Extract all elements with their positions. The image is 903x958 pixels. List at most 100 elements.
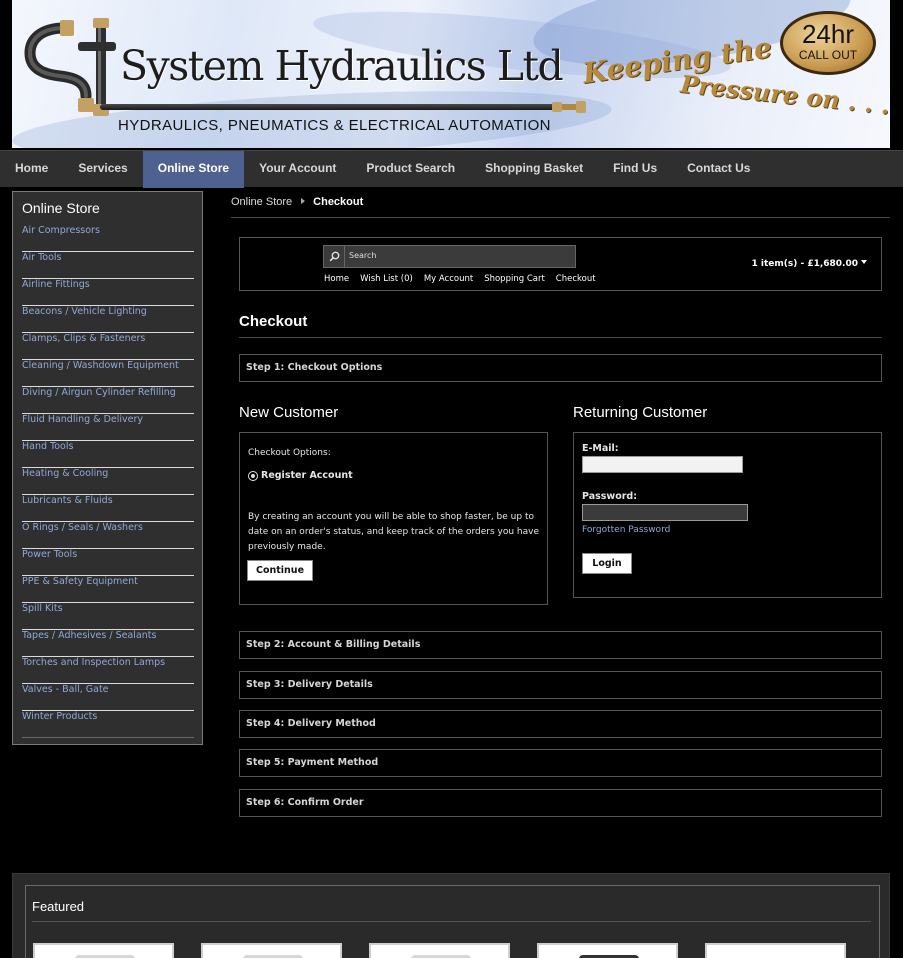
badge-24hr-text: 24hr [801, 19, 855, 49]
step-4-delivery-method[interactable]: Step 4: Delivery Method [239, 710, 882, 738]
category-item[interactable]: Power Tools [22, 549, 194, 576]
category-item[interactable]: Winter Products [22, 711, 194, 738]
store-link-wishlist[interactable]: Wish List (0) [360, 274, 413, 284]
nav-find-us[interactable]: Find Us [598, 151, 672, 188]
category-link[interactable]: Heating & Cooling [22, 468, 194, 479]
featured-product-thumbnail[interactable] [537, 943, 678, 958]
category-link[interactable]: Air Compressors [22, 225, 194, 236]
category-link[interactable]: Beacons / Vehicle Lighting [22, 306, 194, 317]
category-link[interactable]: Fluid Handling & Delivery [22, 414, 194, 425]
category-item[interactable]: Hand Tools [22, 441, 194, 468]
category-link[interactable]: PPE & Safety Equipment [22, 576, 194, 587]
nav-services[interactable]: Services [63, 151, 142, 188]
nav-home[interactable]: Home [0, 151, 63, 188]
store-link-home[interactable]: Home [324, 274, 349, 284]
category-link[interactable]: Hand Tools [22, 441, 194, 452]
category-item[interactable]: Airline Fittings [22, 279, 194, 306]
category-link[interactable]: Clamps, Clips & Fasteners [22, 333, 194, 344]
cart-dropdown[interactable]: 1 item(s) - £1,680.00 [751, 259, 867, 269]
search-button[interactable] [324, 246, 345, 267]
breadcrumb-online-store[interactable]: Online Store [231, 196, 292, 208]
nav-your-account[interactable]: Your Account [244, 151, 351, 188]
category-link[interactable]: Valves - Ball, Gate [22, 684, 194, 695]
featured-product-thumbnail[interactable] [369, 943, 510, 958]
store-link-checkout[interactable]: Checkout [556, 274, 596, 284]
category-link[interactable]: Torches and Inspection Lamps [22, 657, 194, 668]
featured-product-thumbnail[interactable] [201, 943, 342, 958]
category-item[interactable]: Heating & Cooling [22, 468, 194, 495]
nav-online-store[interactable]: Online Store [142, 151, 245, 188]
password-field[interactable] [582, 504, 748, 521]
brand-pipe-divider [100, 104, 578, 110]
sidebar-title: Online Store [22, 200, 100, 216]
category-item[interactable]: Cleaning / Washdown Equipment [22, 360, 194, 387]
nav-shopping-basket[interactable]: Shopping Basket [470, 151, 598, 188]
category-link[interactable]: O Rings / Seals / Washers [22, 522, 194, 533]
new-customer-title: New Customer [239, 404, 339, 421]
category-item[interactable]: Tapes / Adhesives / Sealants [22, 630, 194, 657]
category-item[interactable]: Air Compressors [22, 225, 194, 252]
category-link[interactable]: Tapes / Adhesives / Sealants [22, 630, 194, 641]
breadcrumb: Online Store Checkout [231, 196, 363, 208]
category-link[interactable]: Spill Kits [22, 603, 194, 614]
continue-button[interactable]: Continue [247, 560, 313, 581]
returning-customer-panel: E-Mail: Password: Forgotten Password Log… [573, 432, 882, 598]
step-2-account-billing[interactable]: Step 2: Account & Billing Details [239, 631, 882, 659]
category-link[interactable]: Airline Fittings [22, 279, 194, 290]
category-item[interactable]: PPE & Safety Equipment [22, 576, 194, 603]
slogan-line-2: Pressure on . . . [679, 69, 890, 120]
main-nav: Home Services Online Store Your Account … [0, 150, 903, 188]
category-item[interactable]: Diving / Airgun Cylinder Refilling [22, 387, 194, 414]
featured-divider [32, 921, 871, 922]
category-item[interactable]: Beacons / Vehicle Lighting [22, 306, 194, 333]
category-item[interactable]: O Rings / Seals / Washers [22, 522, 194, 549]
caret-down-icon [861, 260, 867, 264]
cart-total-text: 1 item(s) - £1,680.00 [751, 259, 858, 269]
store-link-my-account[interactable]: My Account [424, 274, 473, 284]
category-item[interactable]: Spill Kits [22, 603, 194, 630]
category-link[interactable]: Power Tools [22, 549, 194, 560]
store-header: Home Wish List (0) My Account Shopping C… [239, 237, 882, 291]
category-link[interactable]: Diving / Airgun Cylinder Refilling [22, 387, 194, 398]
forgotten-password-link[interactable]: Forgotten Password [582, 525, 670, 535]
breadcrumb-checkout[interactable]: Checkout [313, 196, 363, 208]
register-description: By creating an account you will be able … [248, 512, 539, 552]
step-3-delivery-details[interactable]: Step 3: Delivery Details [239, 671, 882, 699]
featured-section: Featured [12, 873, 890, 958]
email-field[interactable] [582, 456, 743, 473]
callout-24hr-badge: 24hr CALL OUT [780, 11, 876, 75]
search-icon [329, 251, 339, 262]
category-item[interactable]: Torches and Inspection Lamps [22, 657, 194, 684]
title-divider [239, 337, 882, 338]
store-links: Home Wish List (0) My Account Shopping C… [324, 274, 596, 284]
category-link[interactable]: Winter Products [22, 711, 194, 722]
radio-checked-icon[interactable] [248, 470, 258, 481]
nav-product-search[interactable]: Product Search [351, 151, 470, 188]
search-input[interactable] [349, 251, 569, 260]
password-label: Password: [582, 491, 638, 502]
category-item[interactable]: Lubricants & Fluids [22, 495, 194, 522]
register-account-label: Register Account [261, 470, 353, 481]
category-link[interactable]: Lubricants & Fluids [22, 495, 194, 506]
login-button[interactable]: Login [582, 553, 632, 574]
featured-product-thumbnail[interactable] [33, 943, 174, 958]
category-item[interactable]: Clamps, Clips & Fasteners [22, 333, 194, 360]
step-1-checkout-options[interactable]: Step 1: Checkout Options [239, 354, 882, 382]
category-sidebar: Online Store Air Compressors Air Tools A… [12, 191, 203, 745]
step-5-payment-method[interactable]: Step 5: Payment Method [239, 749, 882, 777]
category-item[interactable]: Fluid Handling & Delivery [22, 414, 194, 441]
category-item[interactable]: Air Tools [22, 252, 194, 279]
store-link-shopping-cart[interactable]: Shopping Cart [484, 274, 545, 284]
step-6-confirm-order[interactable]: Step 6: Confirm Order [239, 789, 882, 817]
category-item[interactable]: Valves - Ball, Gate [22, 684, 194, 711]
page-title: Checkout [239, 313, 308, 330]
nav-contact-us[interactable]: Contact Us [672, 151, 765, 188]
new-customer-panel: Checkout Options: Register Account By cr… [239, 432, 548, 605]
checkout-options-label: Checkout Options: [248, 448, 331, 458]
category-link[interactable]: Cleaning / Washdown Equipment [22, 360, 194, 371]
category-link[interactable]: Air Tools [22, 252, 194, 263]
company-name: System Hydraulics Ltd [120, 42, 564, 90]
register-account-option[interactable]: Register Account [248, 470, 353, 481]
featured-product-thumbnail[interactable] [705, 943, 846, 958]
badge-callout-text: CALL OUT [798, 48, 858, 62]
